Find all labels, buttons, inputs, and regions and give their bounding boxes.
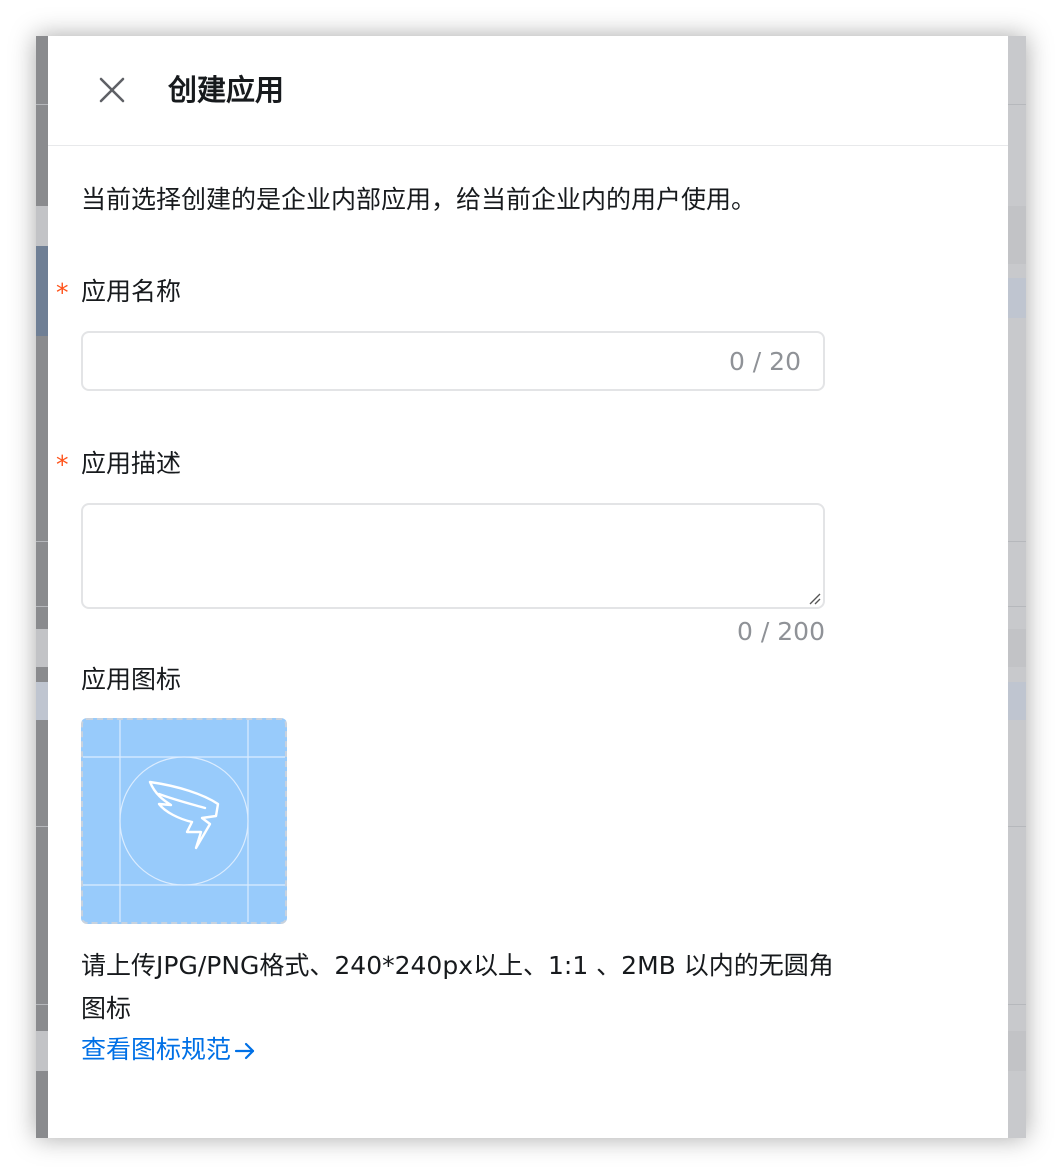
resize-handle-icon[interactable] bbox=[807, 591, 821, 605]
app-name-label: 应用名称 bbox=[81, 277, 182, 306]
drawer-header: 创建应用 bbox=[48, 36, 1008, 146]
arrow-right-icon[interactable] bbox=[233, 1039, 257, 1063]
app-name-char-count: 0 / 20 bbox=[728, 347, 801, 376]
background-sidebar-edge bbox=[36, 36, 48, 1138]
dingtalk-wing-icon bbox=[83, 720, 285, 922]
app-icon-upload-hint: 请上传JPG/PNG格式、240*240px以上、1:1 、2MB 以内的无圆角… bbox=[81, 951, 834, 1023]
required-mark: * bbox=[56, 450, 69, 479]
close-icon[interactable] bbox=[94, 72, 130, 108]
app-description-char-count: 0 / 200 bbox=[737, 617, 825, 646]
screen: 创建应用 当前选择创建的是企业内部应用，给当前企业内的用户使用。 * 应用名称 … bbox=[0, 0, 1062, 1174]
drawer-intro-text: 当前选择创建的是企业内部应用，给当前企业内的用户使用。 bbox=[81, 185, 757, 214]
app-description-textarea[interactable] bbox=[81, 503, 825, 609]
drawer-title: 创建应用 bbox=[168, 73, 285, 107]
background-sidebar-active bbox=[36, 246, 48, 336]
app-name-input[interactable]: 0 / 20 bbox=[81, 331, 825, 391]
create-app-drawer: 创建应用 当前选择创建的是企业内部应用，给当前企业内的用户使用。 * 应用名称 … bbox=[48, 36, 1008, 1138]
app-icon-uploader[interactable] bbox=[81, 718, 287, 924]
view-icon-spec-link-label[interactable]: 查看图标规范 bbox=[81, 1035, 231, 1064]
view-icon-spec-link[interactable]: 查看图标规范 bbox=[81, 1032, 257, 1068]
close-button[interactable] bbox=[94, 72, 130, 108]
app-icon-label: 应用图标 bbox=[81, 665, 182, 694]
app-description-label: 应用描述 bbox=[81, 449, 182, 478]
required-mark: * bbox=[56, 278, 69, 307]
